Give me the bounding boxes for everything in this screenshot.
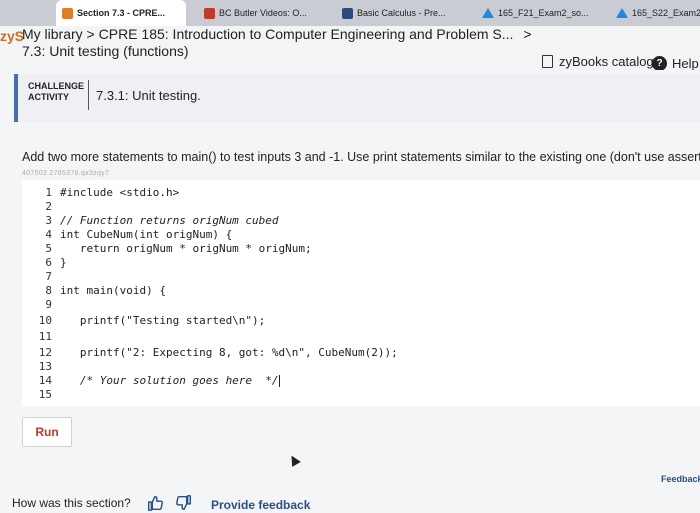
tab-exam2-f21[interactable]: 165_F21_Exam2_so... [476,2,606,24]
tab-label: 165_S22_Exam2_s... [632,8,700,18]
provide-feedback-link[interactable]: Provide feedback [211,498,310,512]
book-icon [542,55,553,68]
challenge-activity-header: CHALLENGE ACTIVITY 7.3.1: Unit testing. [14,74,700,122]
breadcrumb-text[interactable]: My library > CPRE 185: Introduction to C… [22,26,513,42]
zybooks-logo[interactable]: zyS [0,28,24,44]
browser-tab-strip: Section 7.3 - CPRE... BC Butler Videos: … [0,0,700,26]
mouse-pointer-icon [287,453,301,467]
butler-favicon-icon [204,7,215,19]
zybooks-catalog-link[interactable]: zyBooks catalog [542,54,654,69]
code-line[interactable]: int main(void) { [60,284,166,298]
line-number: 10 [38,314,52,327]
drive-favicon-icon [482,8,494,18]
zybooks-favicon-icon [62,7,73,19]
code-line-solution[interactable]: /* Your solution goes here */ [60,374,280,388]
tab-label: 165_F21_Exam2_so... [498,8,589,18]
code-line[interactable]: printf("2: Expecting 8, got: %d\n", Cube… [60,346,398,360]
code-line[interactable]: } [60,256,67,270]
tab-label: Basic Calculus - Pre... [357,8,446,18]
challenge-tag-line2: ACTIVITY [28,92,70,102]
line-number: 15 [38,388,52,401]
code-line[interactable]: printf("Testing started\n"); [60,314,265,328]
code-line[interactable]: int CubeNum(int origNum) { [60,228,232,242]
thumbs-up-icon[interactable] [146,494,164,512]
help-link[interactable]: ? Help [652,56,699,71]
tab-basic-calculus[interactable]: Basic Calculus - Pre... [336,2,471,24]
calculator-favicon-icon [342,7,353,19]
run-button[interactable]: Run [22,417,72,447]
line-number: 12 [38,346,52,359]
instructions-text: Add two more statements to main() to tes… [22,150,700,164]
tab-label: Section 7.3 - CPRE... [77,8,166,18]
text-cursor [278,375,280,387]
line-number: 13 [38,360,52,373]
feedback-button[interactable]: Feedback [661,474,700,484]
drive-favicon-icon [616,8,628,18]
code-editor[interactable]: 1 #include <stdio.h> 2 3 // Function ret… [22,180,700,406]
breadcrumb-caret-icon[interactable]: > [523,26,531,42]
code-line[interactable]: #include <stdio.h> [60,186,179,200]
challenge-activity-tag: CHALLENGE ACTIVITY [28,81,84,103]
challenge-tag-line1: CHALLENGE [28,81,84,91]
line-number: 4 [45,228,52,241]
help-label: Help [672,56,699,71]
tab-label: BC Butler Videos: O... [219,8,307,18]
line-number: 1 [45,186,52,199]
section-title: 7.3: Unit testing (functions) [22,43,189,59]
code-line[interactable]: return origNum * origNum * origNum; [60,242,312,256]
code-line-text[interactable]: /* Your solution goes here */ [60,374,279,387]
tab-section-7-3[interactable]: Section 7.3 - CPRE... [56,0,186,26]
catalog-label: zyBooks catalog [559,54,654,69]
problem-id: 407502.2765378.qx3zqy7 [22,170,110,177]
line-number: 14 [38,374,52,387]
breadcrumb[interactable]: My library > CPRE 185: Introduction to C… [22,26,532,42]
code-line[interactable]: // Function returns origNum cubed [60,214,279,228]
thumbs-down-icon[interactable] [175,494,193,512]
page-header: zyS My library > CPRE 185: Introduction … [0,26,700,71]
line-number: 7 [45,270,52,283]
divider [88,80,89,110]
line-number: 6 [45,256,52,269]
line-number: 11 [38,330,52,343]
line-number: 3 [45,214,52,227]
section-rating-question: How was this section? [12,496,131,510]
line-number: 2 [45,200,52,213]
line-number: 5 [45,242,52,255]
challenge-title: 7.3.1: Unit testing. [96,88,201,103]
line-number: 9 [45,298,52,311]
main-content: CHALLENGE ACTIVITY 7.3.1: Unit testing. … [0,70,700,513]
line-number: 8 [45,284,52,297]
help-icon: ? [652,56,667,71]
tab-butler-videos[interactable]: BC Butler Videos: O... [198,2,328,24]
tab-exam2-s22[interactable]: 165_S22_Exam2_s... [610,2,700,24]
